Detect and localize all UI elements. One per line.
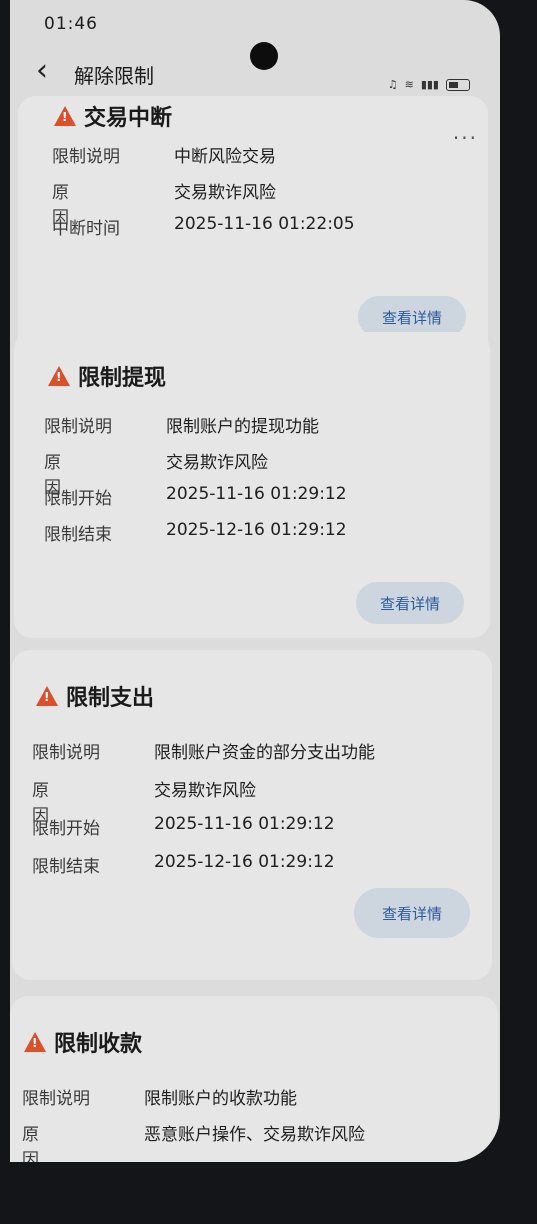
row-label: 限制结束 xyxy=(44,525,112,545)
row-label: 限制说明 xyxy=(22,1089,90,1109)
phone-screen: 01:46 ♫ ≋ ▮▮▮ ‹ 解除限制 交易中断 ··· 限制说明 中断风险交… xyxy=(10,0,500,1162)
restriction-card-spending: 限制支出 限制说明 限制账户资金的部分支出功能 原因 交易欺诈风险 限制开始 2… xyxy=(12,650,492,980)
back-arrow-icon[interactable]: ‹ xyxy=(36,56,48,86)
row-label: 限制说明 xyxy=(52,147,120,167)
card-row: 限制结束 2025-12-16 01:29:12 xyxy=(44,520,347,545)
row-value: 2025-11-16 01:29:12 xyxy=(154,814,335,834)
card-row: 原因 恶意账户操作、交易欺诈风险 xyxy=(22,1120,365,1162)
card-row: 限制说明 中断风险交易 xyxy=(52,142,276,167)
row-value: 2025-12-16 01:29:12 xyxy=(154,852,335,872)
card-row: 中断时间 2025-11-16 01:22:05 xyxy=(52,214,355,239)
row-label: 限制说明 xyxy=(32,743,100,763)
restriction-card-withdrawal: 限制提现 限制说明 限制账户的提现功能 原因 交易欺诈风险 限制开始 2025-… xyxy=(14,332,490,638)
row-label: 限制结束 xyxy=(32,857,100,877)
warning-icon xyxy=(24,1032,46,1052)
page-title: 解除限制 xyxy=(74,64,154,88)
row-label: 原因 xyxy=(22,1125,99,1162)
row-label: 中断时间 xyxy=(52,219,120,239)
more-options-icon[interactable]: ··· xyxy=(453,126,478,150)
view-details-button[interactable]: 查看详情 xyxy=(354,888,470,938)
restriction-card-receiving: 限制收款 限制说明 限制账户的收款功能 原因 恶意账户操作、交易欺诈风险 xyxy=(10,996,498,1162)
card-row: 限制开始 2025-11-16 01:29:12 xyxy=(44,484,347,509)
card-title: 限制收款 xyxy=(24,1026,142,1058)
restriction-card-interruption: 交易中断 ··· 限制说明 中断风险交易 原因 交易欺诈风险 中断时间 2025… xyxy=(18,96,488,360)
row-label: 限制开始 xyxy=(32,819,100,839)
card-row: 限制说明 限制账户的提现功能 xyxy=(44,412,319,437)
warning-icon xyxy=(48,366,70,386)
view-details-button[interactable]: 查看详情 xyxy=(356,582,464,624)
card-title: 交易中断 xyxy=(54,100,172,132)
card-row: 限制结束 2025-12-16 01:29:12 xyxy=(32,852,335,877)
row-value: 限制账户的提现功能 xyxy=(166,417,319,437)
row-label: 限制开始 xyxy=(44,489,112,509)
row-value: 2025-11-16 01:29:12 xyxy=(166,484,347,504)
card-title: 限制提现 xyxy=(48,360,166,392)
warning-icon xyxy=(36,686,58,706)
card-row: 限制说明 限制账户的收款功能 xyxy=(22,1084,297,1109)
card-row: 限制开始 2025-11-16 01:29:12 xyxy=(32,814,335,839)
status-bar: 01:46 xyxy=(10,0,500,44)
row-label: 限制说明 xyxy=(44,417,112,437)
card-row: 限制说明 限制账户资金的部分支出功能 xyxy=(32,738,375,763)
row-value: 2025-11-16 01:22:05 xyxy=(174,214,355,234)
row-value: 2025-12-16 01:29:12 xyxy=(166,520,347,540)
row-value: 限制账户的收款功能 xyxy=(144,1089,297,1109)
status-time: 01:46 xyxy=(44,14,98,34)
row-value: 限制账户资金的部分支出功能 xyxy=(154,743,375,763)
nav-bar: ‹ 解除限制 xyxy=(10,50,500,100)
card-title: 限制支出 xyxy=(36,680,154,712)
row-value: 中断风险交易 xyxy=(174,147,276,167)
row-value: 恶意账户操作、交易欺诈风险 xyxy=(144,1125,365,1145)
warning-icon xyxy=(54,106,76,126)
